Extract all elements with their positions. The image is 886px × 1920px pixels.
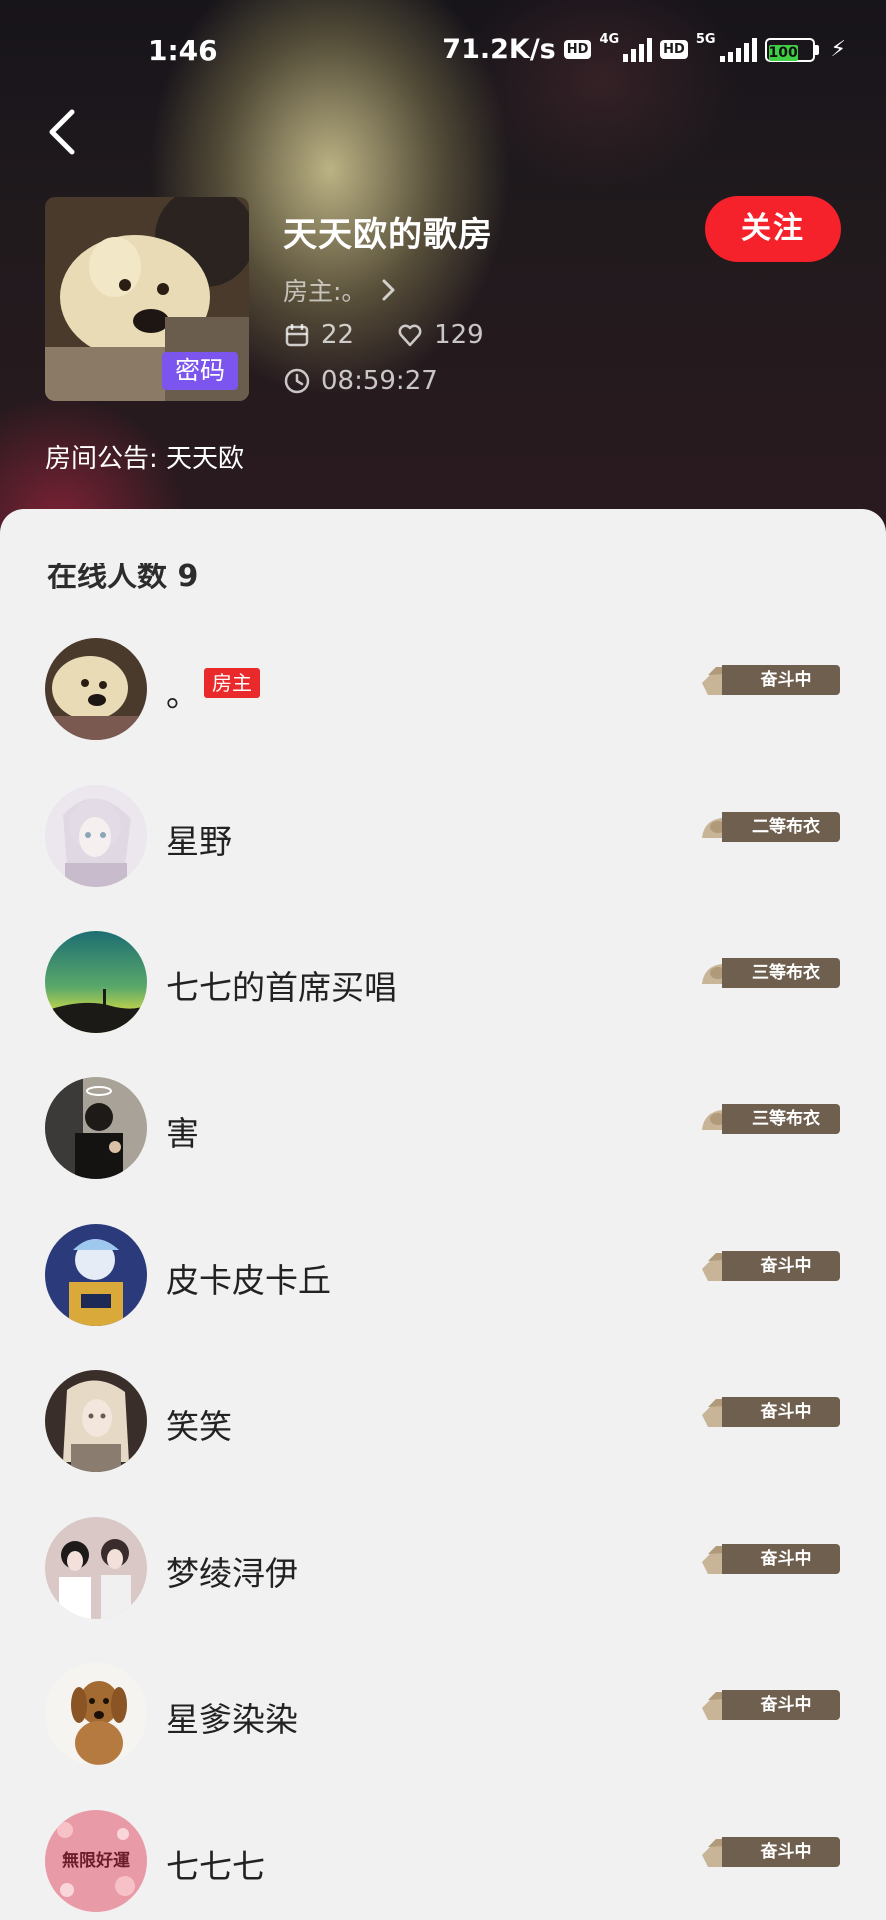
status-time: 1:46: [148, 34, 218, 67]
rank-badge: 三等布衣: [702, 958, 840, 988]
rank-badge: 奋斗中: [702, 1544, 840, 1574]
status-indicators: 71.2K/s HD 4G HD 5G 100 ⚡: [442, 32, 846, 65]
avatar: [45, 1224, 147, 1326]
online-members-sheet[interactable]: 在线人数 9 。 房主 奋斗中 星野 二等布衣 七七的首席买唱 三等布衣 害 三…: [0, 509, 886, 1920]
rank-badge: 奋斗中: [702, 1397, 840, 1427]
network-type-4g: 4G: [599, 32, 620, 47]
follow-button[interactable]: 关注: [705, 196, 841, 262]
member-name: 梦绫浔伊: [166, 1554, 298, 1593]
rank-label: 三等布衣: [752, 963, 820, 983]
member-name: 笑笑: [166, 1407, 232, 1446]
avatar: [45, 1077, 147, 1179]
avatar: [45, 785, 147, 887]
member-name: 星野: [166, 822, 232, 861]
rank-label: 三等布衣: [752, 1109, 820, 1129]
rank-badge: 二等布衣: [702, 812, 840, 842]
password-badge: 密码: [162, 352, 238, 390]
avatar: [45, 1517, 147, 1619]
rank-label: 奋斗中: [760, 1695, 812, 1715]
member-name: 害: [166, 1114, 199, 1153]
rank-label: 奋斗中: [760, 670, 812, 690]
rank-badge: 三等布衣: [702, 1104, 840, 1134]
member-row[interactable]: 。 房主 奋斗中: [0, 638, 886, 748]
host-tag: 房主: [204, 668, 260, 698]
rank-badge: 奋斗中: [702, 665, 840, 695]
rank-label: 奋斗中: [760, 1549, 812, 1569]
clock-icon: [284, 368, 310, 394]
chevron-left-icon: [49, 109, 75, 155]
status-bar: 1:46 71.2K/s HD 4G HD 5G 100 ⚡: [0, 0, 886, 100]
room-notice: 房间公告: 天天欧: [45, 444, 245, 474]
member-row[interactable]: 星爹染染 奋斗中: [0, 1663, 886, 1773]
member-row[interactable]: 七七的首席买唱 三等布衣: [0, 931, 886, 1041]
member-row[interactable]: 星野 二等布衣: [0, 785, 886, 895]
network-speed: 71.2K/s: [442, 34, 556, 65]
calendar-icon: [285, 324, 309, 347]
avatar: [45, 1663, 147, 1765]
member-name: 星爹染染: [166, 1700, 298, 1739]
room-stats: 22 129: [283, 320, 484, 350]
avatar: [45, 1370, 147, 1472]
member-name: 皮卡皮卡丘: [166, 1261, 331, 1300]
rank-label: 奋斗中: [760, 1256, 812, 1276]
charging-icon: ⚡: [830, 37, 846, 62]
rank-badge: 奋斗中: [702, 1837, 840, 1867]
member-row[interactable]: 皮卡皮卡丘 奋斗中: [0, 1224, 886, 1334]
avatar-text: 無限好運: [62, 1850, 130, 1871]
member-row[interactable]: 梦绫浔伊 奋斗中: [0, 1517, 886, 1627]
rank-label: 奋斗中: [760, 1842, 812, 1862]
chevron-right-icon: [382, 279, 395, 301]
member-row[interactable]: 害 三等布衣: [0, 1077, 886, 1187]
seat-count: 22: [321, 320, 355, 350]
hd-badge: HD: [563, 40, 592, 59]
popularity-count: 129: [434, 320, 484, 350]
battery-icon: 100: [764, 37, 819, 62]
member-row[interactable]: 笑笑 奋斗中: [0, 1370, 886, 1480]
back-button[interactable]: [44, 104, 84, 160]
member-row[interactable]: 無限好運 七七七 奋斗中: [0, 1810, 886, 1920]
member-name: 。: [166, 675, 199, 714]
avatar: [45, 638, 147, 740]
avatar: 無限好運: [45, 1810, 147, 1912]
room-title: 天天欧的歌房: [283, 215, 493, 255]
rank-badge: 奋斗中: [702, 1251, 840, 1281]
member-name: 七七七: [166, 1847, 265, 1886]
rank-label: 奋斗中: [760, 1402, 812, 1422]
signal-icon-2: [719, 37, 757, 62]
room-duration: 08:59:27: [283, 366, 438, 396]
rank-badge: 奋斗中: [702, 1690, 840, 1720]
duration-value: 08:59:27: [321, 366, 438, 396]
host-link[interactable]: 房主:。: [283, 272, 398, 308]
battery-level: 100: [768, 44, 798, 61]
signal-icon: [623, 37, 653, 62]
hd-badge-2: HD: [660, 40, 688, 59]
host-label: 房主:。: [283, 277, 367, 306]
network-type-5g: 5G: [695, 32, 716, 47]
online-count-title: 在线人数 9: [47, 559, 199, 594]
member-name: 七七的首席买唱: [166, 968, 397, 1007]
heart-icon: [398, 324, 422, 347]
rank-label: 二等布衣: [752, 817, 820, 837]
avatar: [45, 931, 147, 1033]
